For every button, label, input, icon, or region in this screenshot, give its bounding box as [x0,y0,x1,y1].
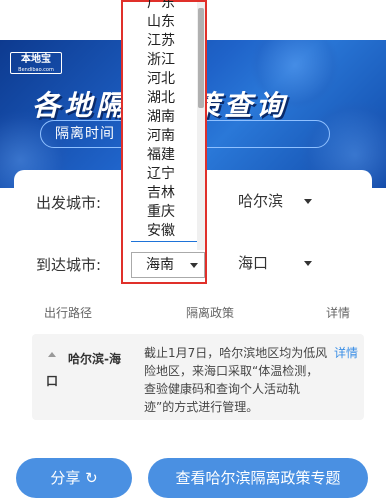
province-dropdown[interactable]: 广东山东江苏浙江河北湖北湖南河南福建辽宁吉林重庆安徽海南江西 海南 [121,0,207,284]
header-route: 出行路径 [44,306,93,320]
from-city-select[interactable]: 哈尔滨 [234,188,318,214]
chevron-down-icon [304,261,312,266]
dropdown-option[interactable]: 广东 [131,0,197,13]
view-policy-button[interactable]: 查看哈尔滨隔离政策专题 [148,458,368,498]
dropdown-option[interactable]: 湖北 [131,89,197,108]
refresh-icon: ↻ [85,469,98,487]
dropdown-option[interactable]: 福建 [131,146,197,165]
dropdown-option[interactable]: 山东 [131,13,197,32]
logo: 本地宝 Bendibao.com [10,52,62,74]
dropdown-option[interactable]: 浙江 [131,51,197,70]
dropdown-option[interactable]: 河北 [131,70,197,89]
chevron-down-icon [304,199,312,204]
to-city-select[interactable]: 海口 [234,250,318,276]
dropdown-option[interactable]: 吉林 [131,184,197,203]
dropdown-option[interactable]: 湖南 [131,108,197,127]
route-name: 哈尔滨-海口 [46,352,121,388]
dropdown-option[interactable]: 江苏 [131,32,197,51]
detail-link[interactable]: 详情 [334,344,358,361]
scrollbar-thumb[interactable] [198,8,204,108]
dropdown-list[interactable]: 广东山东江苏浙江河北湖北湖南河南福建辽宁吉林重庆安徽海南江西 [131,0,197,242]
dropdown-option[interactable]: 辽宁 [131,165,197,184]
share-button[interactable]: 分享 ↻ [16,458,132,498]
dropdown-option[interactable]: 河南 [131,127,197,146]
province-select[interactable]: 海南 [131,252,205,278]
header-policy: 隔离政策 [186,306,235,320]
table-row: 哈尔滨-海口 截止1月7日，哈尔滨地区均为低风险地区，来海口采取“体温检测，查验… [32,334,364,420]
dropdown-option[interactable]: 安徽 [131,222,197,241]
scrollbar[interactable] [197,2,205,250]
to-city-label: 到达城市: [36,256,102,274]
dropdown-option[interactable]: 海南 [131,241,197,242]
dropdown-option[interactable]: 重庆 [131,203,197,222]
policy-text: 截止1月7日，哈尔滨地区均为低风险地区，来海口采取“体温检测，查验健康码和查询个… [144,346,328,414]
chevron-down-icon [190,263,198,268]
from-city-label: 出发城市: [36,194,102,212]
header-detail: 详情 [326,306,351,320]
